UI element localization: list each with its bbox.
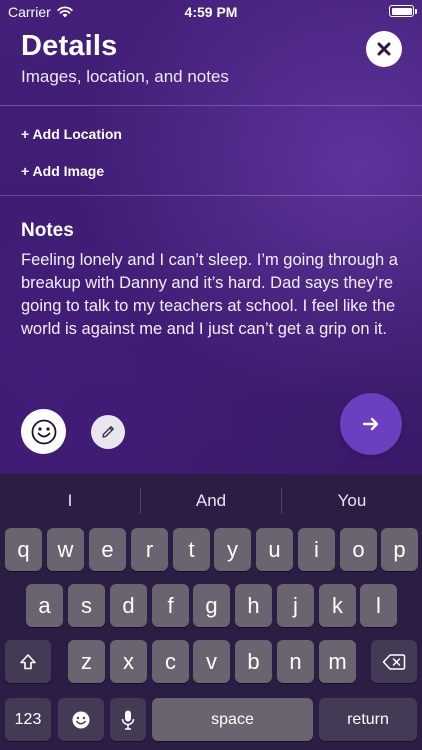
key-v[interactable]: v xyxy=(193,640,230,683)
key-x[interactable]: x xyxy=(110,640,147,683)
key-o[interactable]: o xyxy=(340,528,377,571)
key-t[interactable]: t xyxy=(173,528,210,571)
pencil-icon xyxy=(102,426,114,438)
emoji-keyboard-icon xyxy=(72,711,90,728)
arrow-right-icon xyxy=(362,417,379,431)
close-button[interactable] xyxy=(366,31,402,67)
key-z[interactable]: z xyxy=(68,640,105,683)
key-r[interactable]: r xyxy=(131,528,168,571)
key-d[interactable]: d xyxy=(110,584,147,627)
space-key[interactable]: space xyxy=(152,698,313,741)
suggestion-2[interactable]: And xyxy=(141,474,281,526)
key-q[interactable]: q xyxy=(5,528,42,571)
key-a[interactable]: a xyxy=(26,584,63,627)
key-y[interactable]: y xyxy=(214,528,251,571)
key-b[interactable]: b xyxy=(235,640,272,683)
key-h[interactable]: h xyxy=(235,584,272,627)
next-button[interactable] xyxy=(340,393,402,455)
key-i[interactable]: i xyxy=(298,528,335,571)
clock: 4:59 PM xyxy=(184,4,238,20)
key-l[interactable]: l xyxy=(360,584,397,627)
key-e[interactable]: e xyxy=(89,528,126,571)
emoji-button[interactable] xyxy=(21,409,66,454)
shift-key[interactable] xyxy=(5,640,51,683)
battery-icon xyxy=(389,5,417,17)
key-j[interactable]: j xyxy=(277,584,314,627)
edit-button[interactable] xyxy=(91,415,125,449)
return-key[interactable]: return xyxy=(319,698,417,741)
key-w[interactable]: w xyxy=(47,528,84,571)
page-title: Details xyxy=(21,30,118,62)
close-icon xyxy=(377,42,391,56)
key-c[interactable]: c xyxy=(152,640,189,683)
divider xyxy=(0,105,422,106)
add-image-button[interactable]: + Add Image xyxy=(21,163,104,179)
emoji-key[interactable] xyxy=(58,698,104,741)
page-subtitle: Images, location, and notes xyxy=(21,67,229,86)
backspace-icon xyxy=(382,653,406,670)
details-screen: Carrier 4:59 PM Details Images, location… xyxy=(0,0,422,474)
notes-text-area[interactable]: Feeling lonely and I can’t sleep. I’m go… xyxy=(21,249,406,341)
keyboard: I And You q w e r t y u i o p a s d f g … xyxy=(0,474,422,750)
key-m[interactable]: m xyxy=(319,640,356,683)
notes-heading: Notes xyxy=(21,220,74,241)
numbers-key[interactable]: 123 xyxy=(5,698,51,741)
key-f[interactable]: f xyxy=(152,584,189,627)
add-location-button[interactable]: + Add Location xyxy=(21,126,122,142)
key-u[interactable]: u xyxy=(256,528,293,571)
suggestion-1[interactable]: I xyxy=(0,474,140,526)
delete-key[interactable] xyxy=(371,640,417,683)
key-p[interactable]: p xyxy=(381,528,418,571)
microphone-icon xyxy=(121,710,135,730)
key-n[interactable]: n xyxy=(277,640,314,683)
divider xyxy=(0,195,422,196)
dictation-key[interactable] xyxy=(110,698,146,741)
key-g[interactable]: g xyxy=(193,584,230,627)
key-k[interactable]: k xyxy=(319,584,356,627)
predictive-bar: I And You xyxy=(0,474,422,526)
key-s[interactable]: s xyxy=(68,584,105,627)
smiley-icon xyxy=(31,419,56,444)
status-bar: Carrier 4:59 PM xyxy=(0,0,422,24)
shift-icon xyxy=(20,653,36,669)
suggestion-3[interactable]: You xyxy=(282,474,422,526)
